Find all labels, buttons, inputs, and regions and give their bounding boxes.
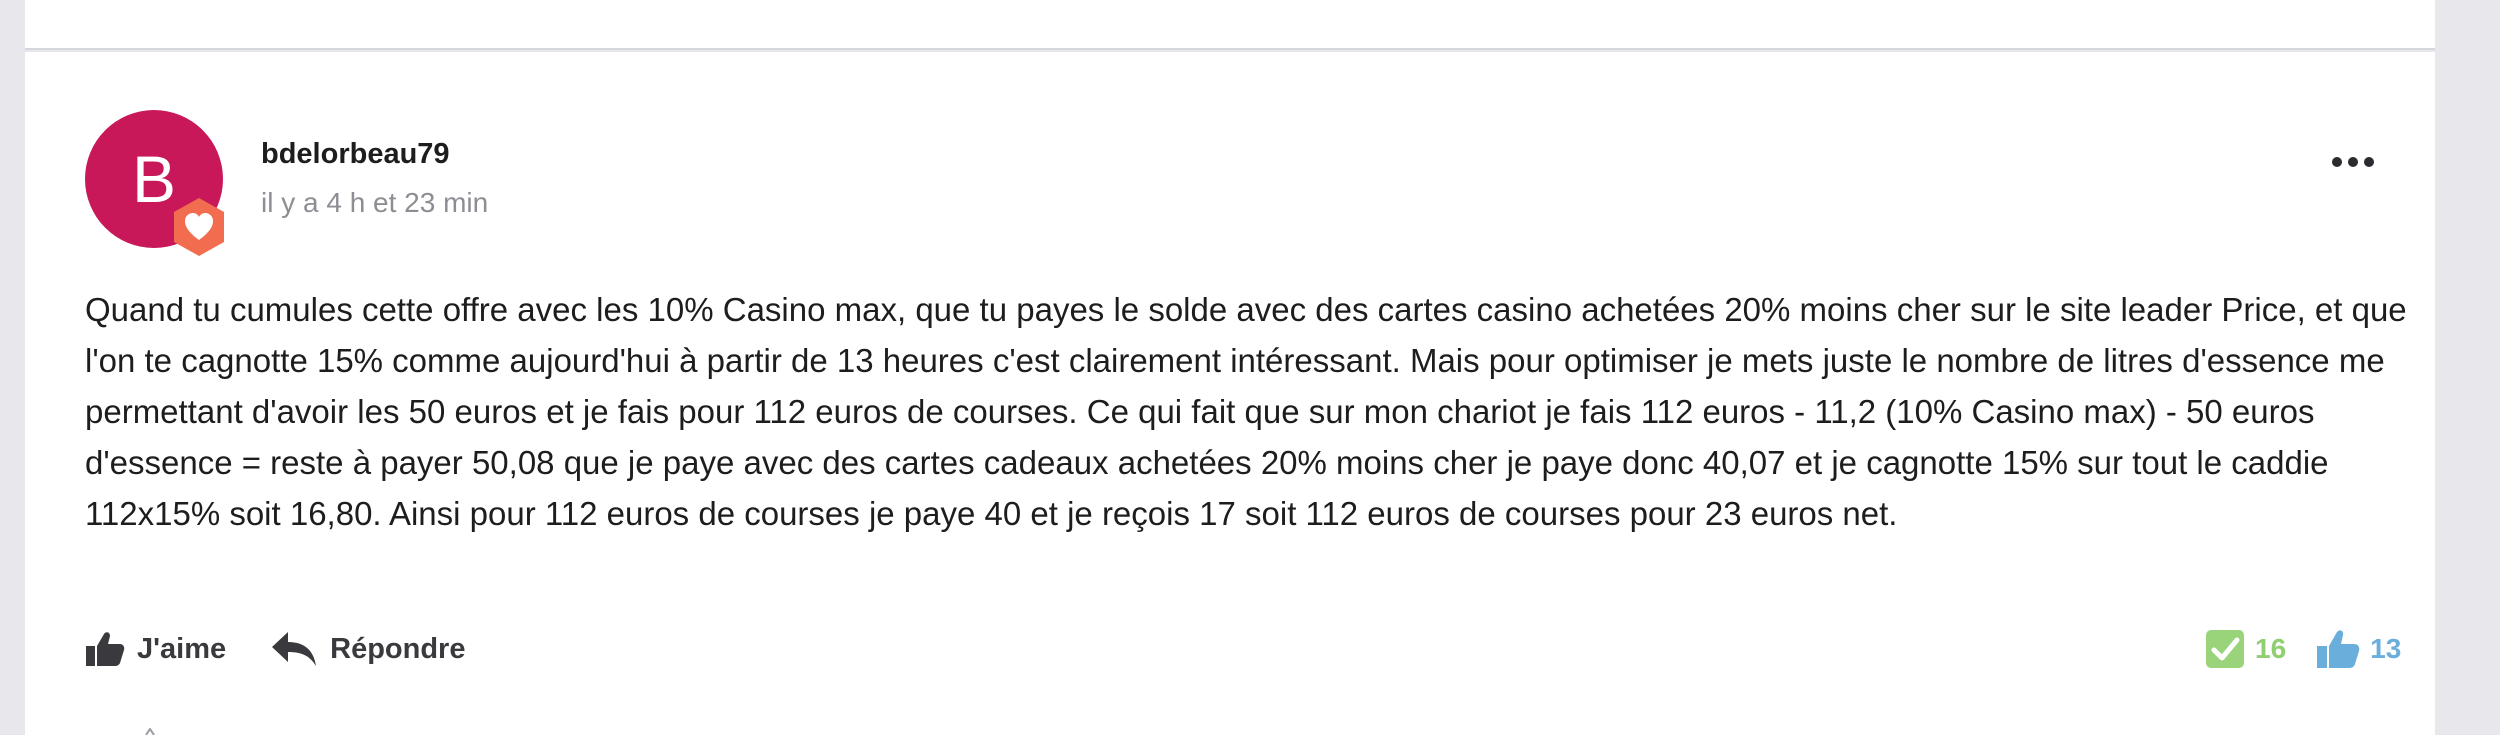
chevron-fragment-icon (145, 728, 155, 735)
comment-card: B bdelorbeau79 il y a 4 h et 23 min Quan… (25, 52, 2435, 735)
likes-count[interactable]: 13 (2316, 629, 2401, 669)
comment-timestamp: il y a 4 h et 23 min (261, 187, 489, 218)
blue-thumbs-up-icon (2317, 630, 2360, 668)
reply-button[interactable]: Répondre (270, 630, 465, 668)
heart-badge-icon (174, 198, 224, 256)
likes-count-value: 13 (2370, 633, 2402, 664)
like-label: J'aime (137, 632, 227, 665)
previous-card (25, 0, 2435, 50)
reply-label: Répondre (330, 632, 466, 665)
username-link[interactable]: bdelorbeau79 (261, 138, 450, 171)
green-check-icon (2206, 630, 2244, 668)
approval-count-value: 16 (2255, 633, 2287, 664)
comment-stats: 16 13 (2175, 624, 2401, 674)
more-dots-icon[interactable] (2329, 152, 2377, 172)
comment-body: Quand tu cumules cette offre avec les 10… (85, 291, 2407, 532)
thumbs-up-icon (86, 632, 125, 666)
reply-arrow-icon (272, 632, 317, 666)
like-button[interactable]: J'aime (85, 631, 226, 667)
avatar-initial: B (131, 142, 177, 216)
approval-count[interactable]: 16 (2205, 629, 2286, 669)
comment-actions: J'aime Répondre (85, 624, 509, 674)
